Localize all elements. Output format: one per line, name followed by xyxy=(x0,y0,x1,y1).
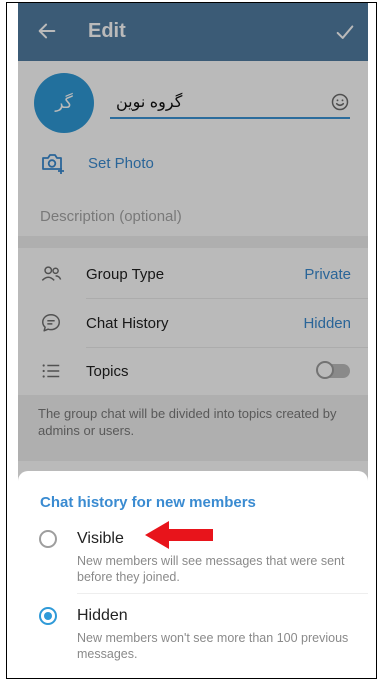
screenshot-frame: Edit گر گروه نوین Set Photo Description … xyxy=(6,2,377,679)
radio-hidden[interactable] xyxy=(39,607,57,625)
option-hidden-desc: New members won't see more than 100 prev… xyxy=(77,631,349,661)
option-visible-label[interactable]: Visible xyxy=(77,530,124,548)
option-divider xyxy=(77,593,368,594)
option-hidden-label[interactable]: Hidden xyxy=(77,607,128,625)
red-arrow-annotation xyxy=(145,521,213,549)
option-visible-desc: New members will see messages that were … xyxy=(77,554,345,584)
radio-visible[interactable] xyxy=(39,530,57,548)
phone-screen: Edit گر گروه نوین Set Photo Description … xyxy=(18,3,368,678)
chat-history-sheet: Chat history for new members Visible New… xyxy=(18,471,368,678)
sheet-title: Chat history for new members xyxy=(40,494,256,511)
